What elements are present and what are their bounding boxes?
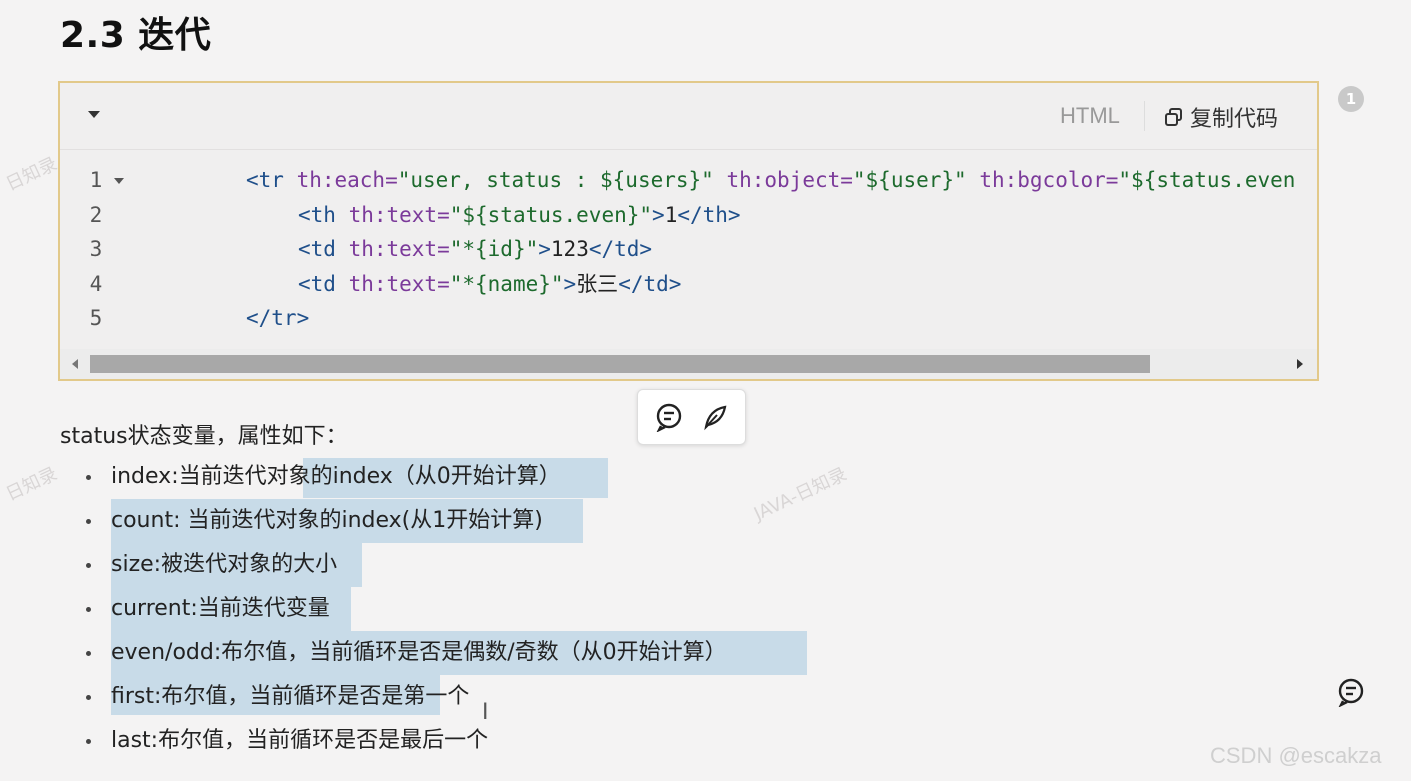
- comment-icon[interactable]: [1336, 677, 1366, 707]
- bullet: [86, 519, 91, 524]
- bullet: [86, 475, 91, 480]
- credit-watermark: CSDN @escakza: [1210, 743, 1382, 768]
- floating-toolbar: [637, 389, 746, 445]
- code-token: th:text=: [348, 271, 450, 296]
- code-token: "*{name}": [449, 271, 564, 296]
- watermark: JAVA-日知录: [750, 463, 851, 525]
- code-token: th:each=: [296, 168, 398, 192]
- line-number: 2: [89, 202, 103, 227]
- scrollbar-thumb[interactable]: [90, 355, 1150, 373]
- code-text: </tr>: [246, 301, 309, 336]
- caret-down-icon[interactable]: [88, 111, 100, 118]
- code-token: </td>: [588, 237, 653, 261]
- list-item-text: current:当前迭代变量: [111, 596, 330, 621]
- code-line: 2 <th th:text="${status.even}">1</th>: [60, 198, 1317, 233]
- bullet: [86, 651, 91, 656]
- code-token: "${user}": [852, 168, 967, 192]
- code-block: HTML 复制代码 1 <tr th:each="user, status : $…: [58, 81, 1319, 381]
- pen-icon[interactable]: [700, 402, 730, 432]
- list-item-text: first:布尔值，当前循环是否是第一个: [111, 684, 470, 709]
- code-token: th:bgcolor=: [966, 168, 1119, 192]
- bullet: [86, 739, 91, 744]
- section-heading: 2.3 迭代: [60, 15, 212, 56]
- code-token: 123: [550, 237, 589, 261]
- code-token: <th: [298, 202, 349, 227]
- line-number: 1: [89, 168, 103, 192]
- status-intro: status状态变量，属性如下：: [60, 424, 348, 449]
- code-token: </th>: [677, 202, 741, 227]
- toolbar-divider: [1144, 101, 1145, 131]
- copy-icon: [1165, 108, 1182, 126]
- bullet: [86, 607, 91, 612]
- code-token: </td>: [618, 271, 682, 296]
- scroll-right-arrow-icon[interactable]: [1297, 359, 1303, 369]
- code-token: >: [563, 271, 577, 296]
- code-line: 4 <td th:text="*{name}">张三</td>: [60, 267, 1317, 302]
- list-item-text: even/odd:布尔值，当前循环是否是偶数/奇数（从0开始计算）: [111, 640, 727, 665]
- list-item-text: last:布尔值，当前循环是否是最后一个: [111, 728, 489, 753]
- code-token: >: [652, 202, 665, 227]
- code-token: <td: [298, 237, 349, 261]
- copy-code-button[interactable]: 复制代码: [1164, 101, 1278, 133]
- text-cursor-icon: I: [482, 700, 489, 725]
- code-text: <th th:text="${status.even}">1</th>: [298, 198, 741, 233]
- code-line: 3 <td th:text="*{id}">123</td>: [60, 232, 1317, 267]
- code-token: th:text=: [348, 237, 450, 261]
- fold-caret-icon[interactable]: [114, 178, 124, 184]
- code-token: <tr: [246, 168, 297, 192]
- code-token: th:object=: [713, 168, 853, 192]
- code-lines: 1 <tr th:each="user, status : ${users}" t…: [60, 163, 1317, 336]
- list-item-text: size:被迭代对象的大小: [111, 552, 338, 577]
- line-number: 3: [89, 237, 103, 261]
- copy-code-label: 复制代码: [1190, 107, 1279, 132]
- code-token: "${status.even}": [449, 202, 653, 227]
- bullet: [86, 563, 91, 568]
- comment-count-badge[interactable]: 1: [1338, 86, 1364, 112]
- bullet: [86, 695, 91, 700]
- code-text: <td th:text="*{id}">123</td>: [298, 232, 652, 267]
- code-token: "user, status : ${users}": [397, 168, 714, 192]
- list-item-text: index:当前迭代对象的index（从0开始计算）: [111, 464, 561, 489]
- code-text: <td th:text="*{name}">张三</td>: [298, 267, 681, 302]
- code-token: "*{id}": [449, 237, 539, 261]
- watermark: 日知录: [2, 153, 61, 196]
- code-toolbar: HTML 复制代码: [60, 83, 1317, 150]
- line-number: 4: [89, 271, 103, 296]
- code-line: 5 </tr>: [60, 301, 1317, 336]
- code-token: 1: [664, 202, 678, 227]
- code-token: 张三: [576, 271, 619, 296]
- scroll-left-arrow-icon[interactable]: [72, 359, 78, 369]
- code-token: th:text=: [348, 202, 450, 227]
- code-text: <tr th:each="user, status : ${users}" th…: [246, 163, 1295, 198]
- code-token: </tr>: [246, 306, 310, 330]
- watermark: 日知录: [2, 463, 61, 506]
- code-line: 1 <tr th:each="user, status : ${users}" t…: [60, 163, 1317, 198]
- code-token: <td: [298, 271, 349, 296]
- horizontal-scrollbar[interactable]: [60, 349, 1317, 379]
- code-token: >: [538, 237, 551, 261]
- comment-icon[interactable]: [654, 402, 684, 432]
- line-number: 5: [89, 306, 103, 330]
- list-item-text: count: 当前迭代对象的index(从1开始计算): [111, 508, 543, 533]
- code-token: "${status.even: [1118, 168, 1296, 192]
- code-language-label: HTML: [1060, 103, 1120, 128]
